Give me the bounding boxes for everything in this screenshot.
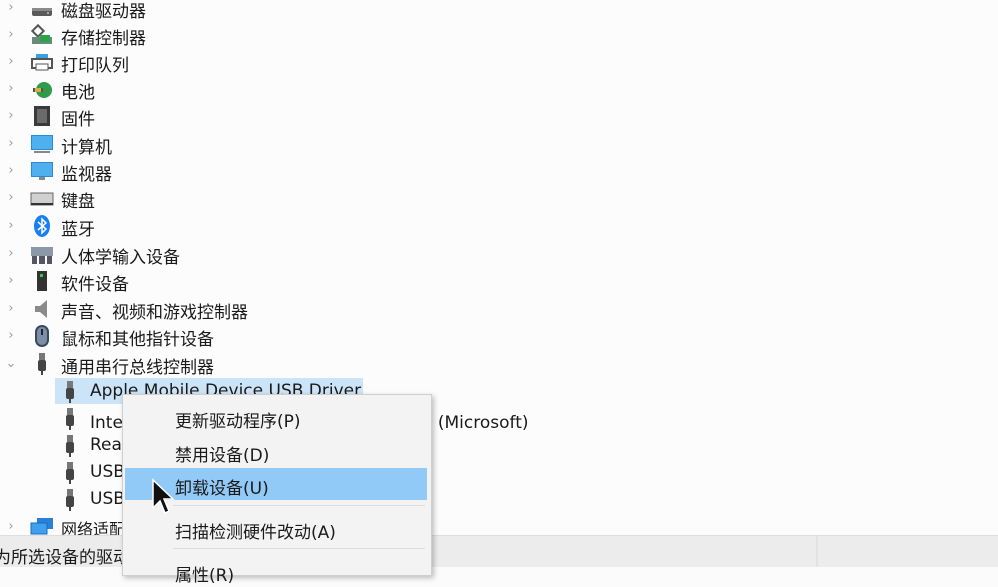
tree-item-label: 人体学输入设备 xyxy=(61,248,180,268)
tree-item-label: 蓝牙 xyxy=(61,220,95,240)
tree-item-label: 计算机 xyxy=(61,138,112,158)
bluetooth-icon xyxy=(34,215,50,237)
usb-device-icon xyxy=(66,462,74,484)
chevron-right-icon[interactable]: › xyxy=(4,21,18,48)
chevron-right-icon[interactable]: › xyxy=(4,157,18,184)
tree-item-label: 磁盘驱动器 xyxy=(61,2,146,22)
usb-device-icon xyxy=(66,489,74,511)
tree-item-label: USB xyxy=(90,489,125,509)
tree-item-label: Rea xyxy=(90,435,122,455)
mouse-icon xyxy=(35,325,49,347)
chevron-right-icon[interactable]: › xyxy=(4,130,18,157)
menu-item-label: 属性(R) xyxy=(175,566,235,586)
firmware-icon xyxy=(34,106,50,126)
usb-device-icon xyxy=(66,435,74,457)
chevron-right-icon[interactable]: › xyxy=(4,212,18,239)
chevron-right-icon[interactable]: › xyxy=(4,48,18,75)
tree-item-label: 监视器 xyxy=(61,165,112,185)
menu-separator xyxy=(173,548,425,549)
menu-item-properties[interactable]: 属性(R) xyxy=(125,555,427,587)
hid-icon xyxy=(31,247,53,264)
printer-icon xyxy=(31,54,53,71)
chevron-right-icon[interactable]: › xyxy=(4,322,18,349)
menu-separator xyxy=(173,505,425,506)
menu-item-update-driver[interactable]: 更新驱动程序(P) xyxy=(125,401,427,433)
tree-item-label: 通用串行总线控制器 xyxy=(61,358,214,378)
chevron-right-icon[interactable]: › xyxy=(4,102,18,129)
chevron-right-icon[interactable]: › xyxy=(4,184,18,211)
usb-icon xyxy=(38,353,46,375)
chevron-right-icon[interactable]: › xyxy=(4,240,18,267)
menu-item-disable-device[interactable]: 禁用设备(D) xyxy=(125,435,427,467)
speaker-icon xyxy=(35,300,47,318)
menu-item-label: 扫描检测硬件改动(A) xyxy=(175,523,336,543)
tree-item-label: 软件设备 xyxy=(61,275,129,295)
mouse-cursor-icon xyxy=(152,478,175,515)
menu-item-label: 禁用设备(D) xyxy=(175,446,270,466)
chevron-right-icon[interactable]: › xyxy=(4,267,18,294)
battery-icon xyxy=(33,82,52,98)
menu-item-label: 卸载设备(U) xyxy=(175,479,269,499)
menu-item-label: 更新驱动程序(P) xyxy=(175,412,301,432)
chevron-right-icon[interactable]: › xyxy=(4,0,18,21)
software-device-icon xyxy=(37,271,47,291)
tree-item-label: 打印队列 xyxy=(61,56,129,76)
status-bar-divider xyxy=(816,536,818,567)
chevron-right-icon[interactable]: › xyxy=(4,295,18,322)
chevron-down-icon[interactable]: ⌄ xyxy=(4,350,18,377)
tree-item-label: 电池 xyxy=(61,83,95,103)
tree-item-label: 鼠标和其他指针设备 xyxy=(61,330,214,350)
computer-icon xyxy=(31,135,53,153)
usb-device-icon xyxy=(66,381,74,403)
monitor-icon xyxy=(31,162,53,180)
usb-device-icon xyxy=(66,408,74,430)
tree-item-label: 声音、视频和游戏控制器 xyxy=(61,303,248,323)
tree-item-label: 存储控制器 xyxy=(61,29,146,49)
chevron-right-icon[interactable]: › xyxy=(4,75,18,102)
disk-drive-icon xyxy=(32,8,52,16)
storage-controller-icon xyxy=(30,23,52,44)
tree-item-label: USB xyxy=(90,462,125,482)
keyboard-icon xyxy=(30,192,54,206)
tree-item-label: 键盘 xyxy=(61,192,95,212)
tree-item-label: 固件 xyxy=(61,110,95,130)
